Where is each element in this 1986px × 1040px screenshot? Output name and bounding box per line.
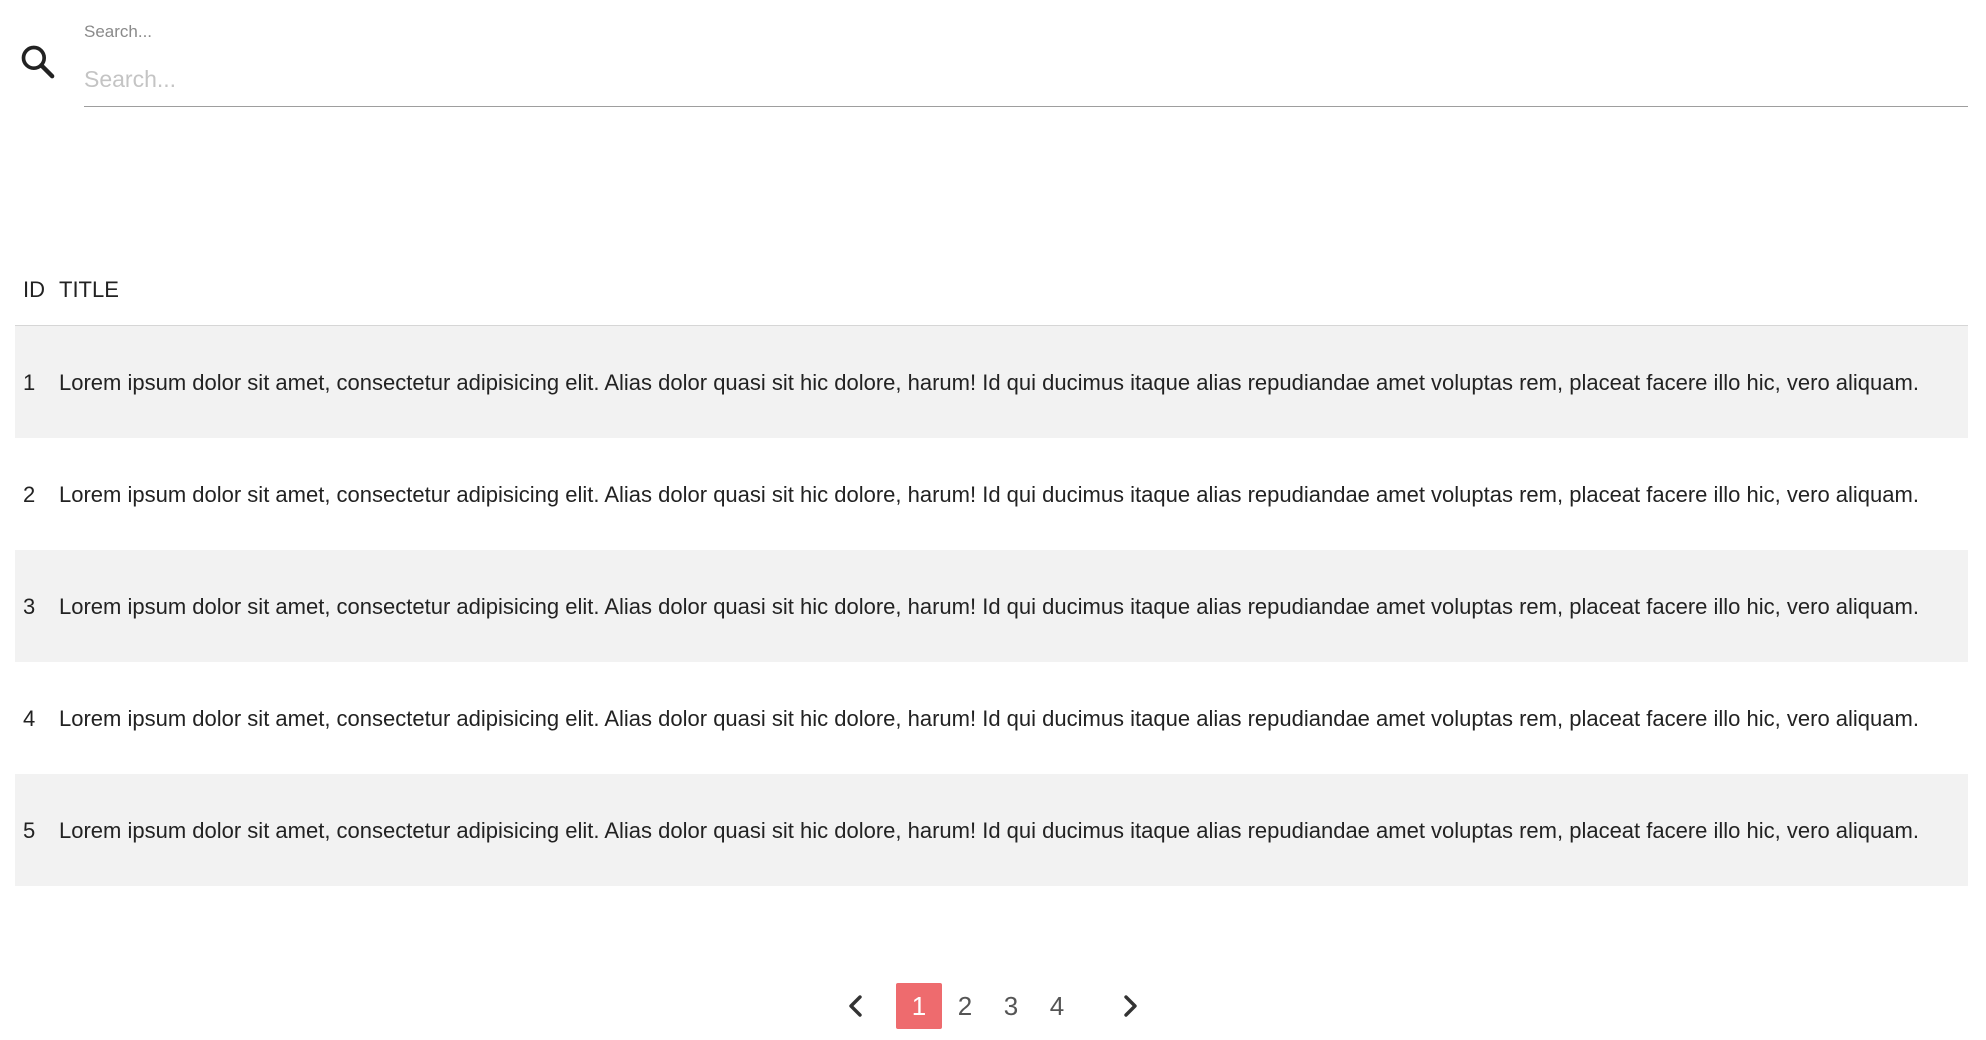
row-title: Lorem ipsum dolor sit amet, consectetur … xyxy=(59,774,1968,886)
row-title: Lorem ipsum dolor sit amet, consectetur … xyxy=(59,662,1968,774)
row-title-text: Lorem ipsum dolor sit amet, consectetur … xyxy=(59,481,1919,507)
search-label: Search... xyxy=(84,22,153,41)
table-row[interactable]: 2 Lorem ipsum dolor sit amet, consectetu… xyxy=(15,438,1968,550)
row-title: Lorem ipsum dolor sit amet, consectetur … xyxy=(59,438,1968,550)
column-header-id[interactable]: ID xyxy=(15,255,59,326)
table-row[interactable]: 4 Lorem ipsum dolor sit amet, consectetu… xyxy=(15,662,1968,774)
search-bar: Search... xyxy=(0,0,1986,120)
row-title-text: Lorem ipsum dolor sit amet, consectetur … xyxy=(59,593,1919,619)
table-row[interactable]: 1 Lorem ipsum dolor sit amet, consectetu… xyxy=(15,325,1968,438)
chevron-right-icon[interactable] xyxy=(1112,984,1148,1028)
row-id: 5 xyxy=(15,774,59,886)
row-id: 4 xyxy=(23,705,36,731)
row-title: Lorem ipsum dolor sit amet, consectetur … xyxy=(59,325,1968,438)
data-table: ID TITLE 1 Lorem ipsum dolor sit amet, c… xyxy=(15,255,1968,886)
table-row[interactable]: 3 Lorem ipsum dolor sit amet, consectetu… xyxy=(15,550,1968,662)
search-icon[interactable] xyxy=(18,42,58,82)
page-button-1[interactable]: 1 xyxy=(896,983,942,1029)
page-button-2[interactable]: 2 xyxy=(942,983,988,1029)
page-button-4[interactable]: 4 xyxy=(1034,983,1080,1029)
chevron-left-icon[interactable] xyxy=(838,984,874,1028)
column-header-title[interactable]: TITLE xyxy=(59,255,1968,326)
row-title-text: Lorem ipsum dolor sit amet, consectetur … xyxy=(59,369,1919,395)
table-header-row: ID TITLE xyxy=(15,255,1968,326)
table-row[interactable]: 5 Lorem ipsum dolor sit amet, consectetu… xyxy=(15,774,1968,886)
row-title-text: Lorem ipsum dolor sit amet, consectetur … xyxy=(59,705,1919,731)
row-id: 3 xyxy=(15,550,59,662)
search-input[interactable] xyxy=(84,52,1968,107)
row-title-text: Lorem ipsum dolor sit amet, consectetur … xyxy=(59,817,1919,843)
pagination: 1 2 3 4 xyxy=(0,982,1986,1030)
page-button-3[interactable]: 3 xyxy=(988,983,1034,1029)
row-id: 1 xyxy=(15,325,59,438)
row-id: 2 xyxy=(23,481,36,507)
row-title: Lorem ipsum dolor sit amet, consectetur … xyxy=(59,550,1968,662)
